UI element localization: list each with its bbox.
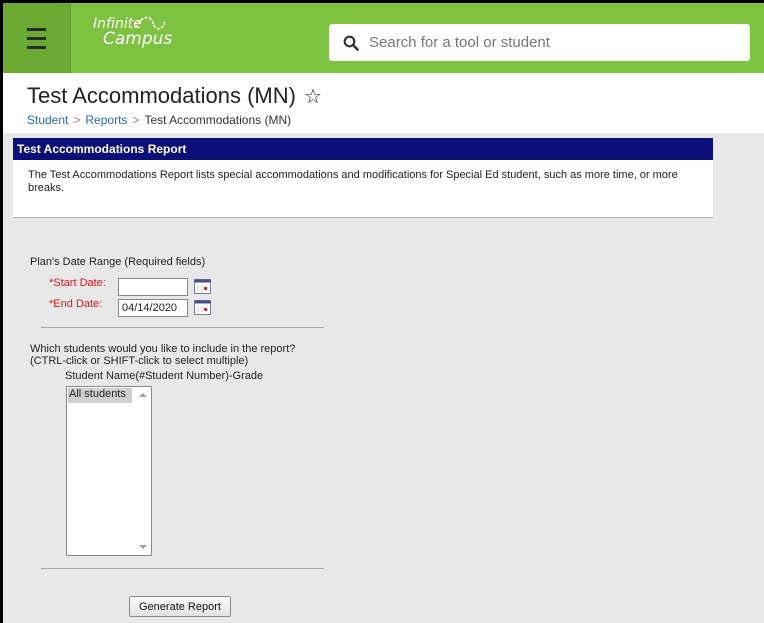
students-question-line1: Which students would you like to include…: [30, 343, 296, 355]
list-item[interactable]: All students: [68, 388, 132, 403]
divider: [41, 568, 324, 569]
search-input[interactable]: [369, 34, 729, 51]
search-icon: [343, 35, 359, 51]
page-title: Test Accommodations (MN) ☆: [27, 83, 322, 109]
app-window: Infinite Campus Test Accommodations (MN)…: [0, 0, 764, 623]
divider: [41, 327, 324, 328]
content-area: Test Accommodations Report The Test Acco…: [3, 133, 764, 623]
logo-swoosh-icon: [135, 16, 166, 30]
star-icon[interactable]: ☆: [304, 84, 322, 109]
scroll-up-icon[interactable]: [139, 393, 147, 397]
top-bar: Infinite Campus: [3, 3, 764, 73]
students-question-line2: (CTRL-click or SHIFT-click to select mul…: [30, 355, 249, 367]
calendar-icon[interactable]: [194, 300, 211, 315]
breadcrumb-student[interactable]: Student: [27, 113, 68, 127]
menu-button[interactable]: [3, 3, 71, 73]
breadcrumb-separator: >: [73, 113, 81, 127]
end-date-label: *End Date:: [49, 298, 103, 310]
breadcrumb-separator: >: [132, 113, 140, 127]
scroll-down-icon[interactable]: [139, 545, 147, 549]
page-title-text: Test Accommodations (MN): [27, 83, 296, 108]
breadcrumb: Student > Reports > Test Accommodations (MN): [27, 113, 291, 127]
report-header: Test Accommodations Report: [13, 138, 713, 160]
listbox-scrollbar[interactable]: [135, 387, 151, 555]
search-box[interactable]: [329, 24, 750, 61]
students-list-header: Student Name(#Student Number)-Grade: [65, 370, 264, 382]
end-date-input[interactable]: [118, 299, 188, 317]
report-form: Plan's Date Range (Required fields) *Sta…: [13, 218, 713, 623]
breadcrumb-current: Test Accommodations (MN): [144, 113, 292, 127]
start-date-label: *Start Date:: [49, 277, 106, 289]
page-header: Test Accommodations (MN) ☆ Student > Repor…: [3, 73, 764, 133]
calendar-icon[interactable]: [194, 279, 211, 294]
report-info-panel: Test Accommodations Report The Test Acco…: [13, 138, 713, 218]
start-date-input[interactable]: [118, 278, 188, 296]
students-listbox[interactable]: All students: [66, 386, 152, 556]
breadcrumb-reports[interactable]: Reports: [85, 113, 127, 127]
report-description: The Test Accommodations Report lists spe…: [28, 169, 678, 194]
infinite-campus-logo[interactable]: Infinite Campus: [93, 16, 172, 48]
generate-report-button[interactable]: Generate Report: [129, 596, 231, 617]
hamburger-icon: [27, 25, 46, 52]
date-range-label: Plan's Date Range (Required fields): [30, 256, 206, 268]
